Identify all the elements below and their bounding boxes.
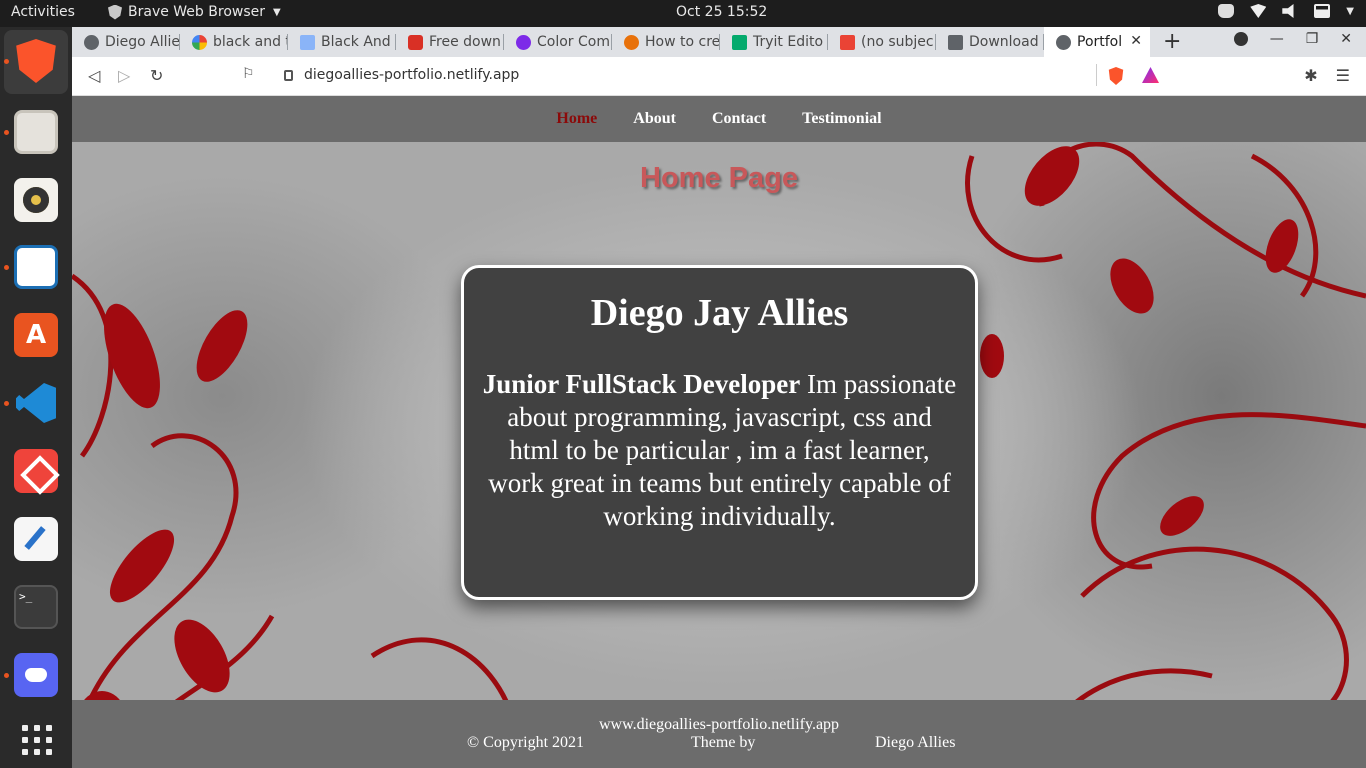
footer-theme-by: Theme by [691,734,756,751]
developer-name: Diego Jay Allies [590,292,849,334]
window-controls: — ❐ ✕ [1233,31,1352,47]
running-indicator [4,265,9,270]
tab-label: Color Com [537,34,610,50]
show-applications-icon[interactable] [14,717,58,761]
restore-icon[interactable]: ❐ [1306,31,1319,47]
tab-label: How to cre [645,34,720,50]
url-text[interactable]: diegoallies-portfolio.netlify.app [304,67,519,83]
tab-strip: Diego Allie black and t Black And Free d… [72,27,1366,57]
nav-link-contact[interactable]: Contact [712,110,766,128]
browser-toolbar: ◁ ▷ ↻ ⚐ diegoallies-portfolio.netlify.ap… [72,57,1366,96]
app-menu-label: Brave Web Browser [128,4,265,20]
toolbar-actions: ✱ ☰ [1304,66,1350,85]
tab-label: Portfol [1077,34,1123,50]
tab-label: (no subjec [861,34,934,50]
tab-label: Diego Allie [105,34,180,50]
running-indicator [4,130,9,135]
tab-black-and-t[interactable]: black and t [180,27,288,57]
running-indicator [4,59,9,64]
forward-icon[interactable]: ▷ [118,66,130,85]
page-title: Home Page [640,162,798,194]
tab-download[interactable]: Download [936,27,1044,57]
footer-author[interactable]: Diego Allies [875,734,955,752]
globe-icon [1056,34,1071,50]
wifi-icon[interactable] [1250,4,1267,18]
chevron-down-icon: ▼ [273,6,281,18]
running-indicator [4,401,9,406]
bio-paragraph: Junior FullStack Developer Im passionate… [482,368,957,533]
volume-icon[interactable] [1282,4,1294,18]
battery-icon[interactable] [1314,4,1331,18]
app-menu[interactable]: Brave Web Browser ▼ [108,4,281,20]
tab-free-down[interactable]: Free down [396,27,504,57]
toolbar-divider [1096,64,1097,86]
activities-button[interactable]: Activities [11,4,75,20]
globe-icon [84,34,99,50]
tab-label: Free down [429,34,501,50]
text-editor-icon[interactable] [14,517,58,561]
terminal-prompt-glyph: >_ [19,590,33,603]
reload-icon[interactable]: ↻ [150,66,163,85]
ubuntu-software-icon[interactable]: A [14,313,58,357]
back-icon[interactable]: ◁ [88,66,100,85]
lock-icon[interactable] [284,70,293,81]
extensions-icon[interactable]: ✱ [1304,66,1317,85]
terminal-icon[interactable]: >_ [14,585,58,629]
tab-label: Black And [321,34,391,50]
close-window-icon[interactable]: ✕ [1340,31,1352,47]
site-nav: Home About Contact Testimonial [72,96,1366,142]
portfolio-page: Home About Contact Testimonial Home Page… [72,96,1366,768]
gmail-icon [840,34,855,50]
new-tab-icon[interactable]: + [1163,29,1181,54]
nav-link-about[interactable]: About [633,110,676,128]
bookmark-icon[interactable]: ⚐ [242,66,255,82]
chevron-down-icon[interactable]: ▼ [1346,6,1354,17]
google-icon [192,34,207,50]
tab-label: Download [969,34,1039,50]
close-tab-icon[interactable]: ✕ [1130,33,1142,49]
footer-site-url[interactable]: www.diegoallies-portfolio.netlify.app [72,716,1366,734]
tab-color-com[interactable]: Color Com [504,27,612,57]
tab-how-to-cre[interactable]: How to cre [612,27,720,57]
discord-tray-icon[interactable] [1218,4,1235,18]
rhythmbox-icon[interactable] [14,178,58,222]
nav-link-testimonial[interactable]: Testimonial [802,110,881,128]
tab-tryit-editor[interactable]: Tryit Edito [720,27,828,57]
nav-link-home[interactable]: Home [556,110,597,128]
running-indicator [4,673,9,678]
clock[interactable]: Oct 25 15:52 [676,4,767,20]
tab-label: black and t [213,34,288,50]
tab-black-and[interactable]: Black And [288,27,396,57]
tab-gmail[interactable]: (no subjec [828,27,936,57]
download-icon [948,34,963,50]
footer-copyright: © Copyright 2021 [467,734,585,751]
tab-search-icon[interactable] [1233,32,1248,46]
tab-portfolio-active[interactable]: Portfol ✕ [1044,27,1150,57]
menu-icon[interactable]: ☰ [1336,66,1350,85]
libreoffice-writer-icon[interactable] [14,245,58,289]
address-bar[interactable]: diegoallies-portfolio.netlify.app [270,62,1170,90]
freepik-icon [408,34,423,50]
anydesk-icon[interactable] [14,449,58,493]
role-title: Junior FullStack Developer [482,369,801,399]
site-footer: www.diegoallies-portfolio.netlify.app © … [72,700,1366,768]
discord-icon[interactable] [14,653,58,697]
howto-icon [624,34,639,50]
tab-label: Tryit Edito [753,34,824,50]
brave-icon [108,4,122,20]
canva-icon [516,34,531,50]
system-tray[interactable]: ▼ [1218,4,1354,18]
w3schools-icon [732,34,747,50]
system-top-bar: Activities Brave Web Browser ▼ Oct 25 15… [0,0,1366,27]
vscode-icon[interactable] [14,381,58,425]
files-icon[interactable] [14,110,58,154]
tab-diego-allies[interactable]: Diego Allie [72,27,180,57]
wix-icon [300,34,315,50]
dock: A >_ [0,27,72,768]
minimize-icon[interactable]: — [1270,31,1284,47]
intro-card: Diego Jay Allies Junior FullStack Develo… [461,265,978,600]
